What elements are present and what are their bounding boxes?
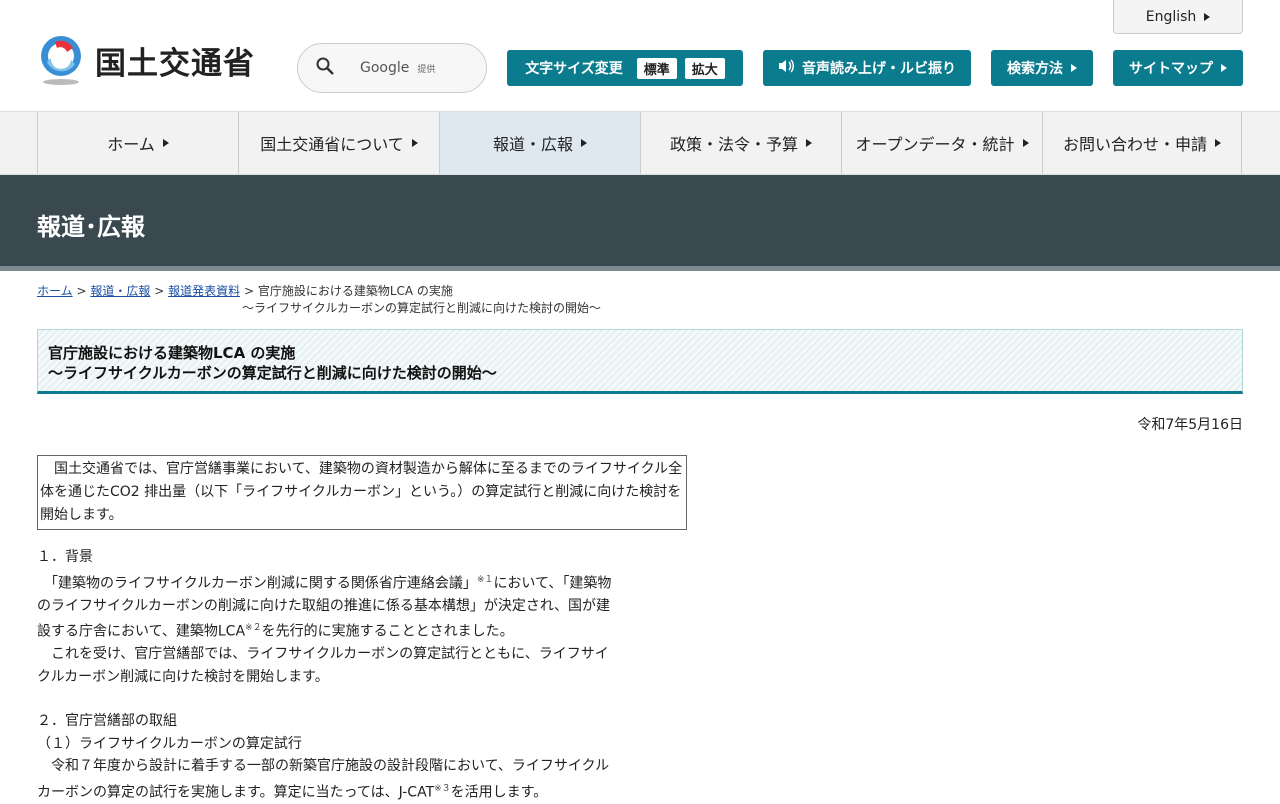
font-size-label: 文字サイズ変更 [525,61,623,77]
search-method-button[interactable]: 検索方法 [991,50,1093,86]
footnote-ref: ※３ [434,783,451,794]
english-link[interactable]: English [1113,0,1243,34]
speech-ruby-button[interactable]: 音声読み上げ・ルビ振り [763,50,971,86]
sitemap-button[interactable]: サイトマップ [1113,50,1243,86]
arrow-right-icon [1221,64,1227,72]
breadcrumb-separator: > [76,284,87,298]
footnote-ref: ※１ [476,574,494,585]
speaker-icon [778,59,794,77]
arrow-right-icon [1022,139,1029,147]
section-heading: ２．官庁営繕部の取組 [37,713,177,730]
site-name: 国土交通省 [95,45,255,82]
subsection-heading: （１）ライフサイクルカーボンの算定試行 [37,735,302,752]
headline-line2: ～ライフサイクルカーボンの算定試行と削減に向けた検討の開始～ [48,364,497,382]
footnote-ref: ※２ [245,623,262,634]
article-headline: 官庁施設における建築物LCA の実施 ～ライフサイクルカーボンの算定試行と削減に… [37,329,1243,394]
section-paragraph: 「建築物のライフサイクルカーボン削減に関する関係省庁連絡会議」※１において、「建… [37,574,612,640]
font-size-large-button[interactable]: 拡大 [684,57,725,79]
publish-date: 令和7年5月16日 [1137,417,1243,433]
sitemap-label: サイトマップ [1129,61,1213,77]
arrow-right-icon [162,139,169,147]
breadcrumb-separator: > [243,284,254,298]
arrow-right-icon [1204,12,1211,21]
nav-item-label: ホーム [107,135,155,154]
arrow-right-icon [581,139,587,147]
breadcrumb: ホーム > 報道・広報 > 報道発表資料 > 官庁施設における建築物LCA の実… [37,283,601,317]
breadcrumb-current-subtitle: ～ライフサイクルカーボンの算定試行と削減に向けた検討の開始～ [242,301,602,315]
search-provided-label: 提供 [417,64,436,75]
section-paragraph: 令和７年度から設計に着手する一部の新築官庁施設の設計段階において、ライフサイクル… [37,758,610,801]
speech-ruby-label: 音声読み上げ・ルビ振り [802,61,956,77]
nav-item-label: お問い合わせ・申請 [1062,135,1207,154]
nav-item-label: 国土交通省について [260,135,404,154]
page-title-band: 報道･広報 [0,175,1280,271]
breadcrumb-current: 官庁施設における建築物LCA の実施 [257,284,453,298]
arrow-right-icon [1215,139,1221,147]
breadcrumb-home-link[interactable]: ホーム [37,284,73,298]
nav-item-about[interactable]: 国土交通省について [238,112,439,174]
search-method-label: 検索方法 [1007,61,1063,77]
section-paragraph: これを受け、官庁営繕部では、ライフサイクルカーボンの算定試行とともに、ライフサイ… [37,646,609,685]
font-size-control: 文字サイズ変更 標準 拡大 [507,50,743,86]
global-nav: ホーム 国土交通省について 報道・広報 政策・法令・予算 オープンデータ・統計 … [0,112,1280,175]
nav-item-contact[interactable]: お問い合わせ・申請 [1042,112,1242,174]
breadcrumb-press-link[interactable]: 報道・広報 [90,284,150,298]
breadcrumb-separator: > [154,284,165,298]
search-google-brand: Google [360,60,410,76]
breadcrumb-release-link[interactable]: 報道発表資料 [168,284,240,298]
font-size-standard-button[interactable]: 標準 [636,57,677,79]
nav-item-policy[interactable]: 政策・法令・予算 [640,112,841,174]
search-icon[interactable] [316,57,334,79]
site-logo[interactable]: 国土交通省 [37,34,255,86]
nav-item-label: 報道・広報 [492,135,573,154]
article-body: １．背景 「建築物のライフサイクルカーボン削減に関する関係省庁連絡会議」※１にお… [37,546,617,804]
headline-line1: 官庁施設における建築物LCA の実施 [48,344,296,362]
arrow-right-icon [1071,64,1077,72]
arrow-right-icon [411,139,418,147]
nav-item-label: 政策・法令・予算 [669,135,798,154]
mlit-logo-icon [37,34,85,86]
arrow-right-icon [806,139,812,147]
section-heading: １．背景 [37,549,93,565]
nav-item-label: オープンデータ・統計 [855,135,1015,154]
lead-summary-box: 国土交通省では、官庁営繕事業において、建築物の資材製造から解体に至るまでのライフ… [37,455,687,530]
nav-item-press[interactable]: 報道・広報 [439,112,640,174]
site-header: 国土交通省 Google 提供 English 文字サイズ変更 標準 拡大 音声… [0,0,1280,112]
search-box[interactable]: Google 提供 [297,43,487,93]
page-title: 報道･広報 [37,213,145,241]
nav-item-home[interactable]: ホーム [37,112,238,174]
nav-item-opendata[interactable]: オープンデータ・統計 [841,112,1042,174]
english-label: English [1145,8,1197,25]
